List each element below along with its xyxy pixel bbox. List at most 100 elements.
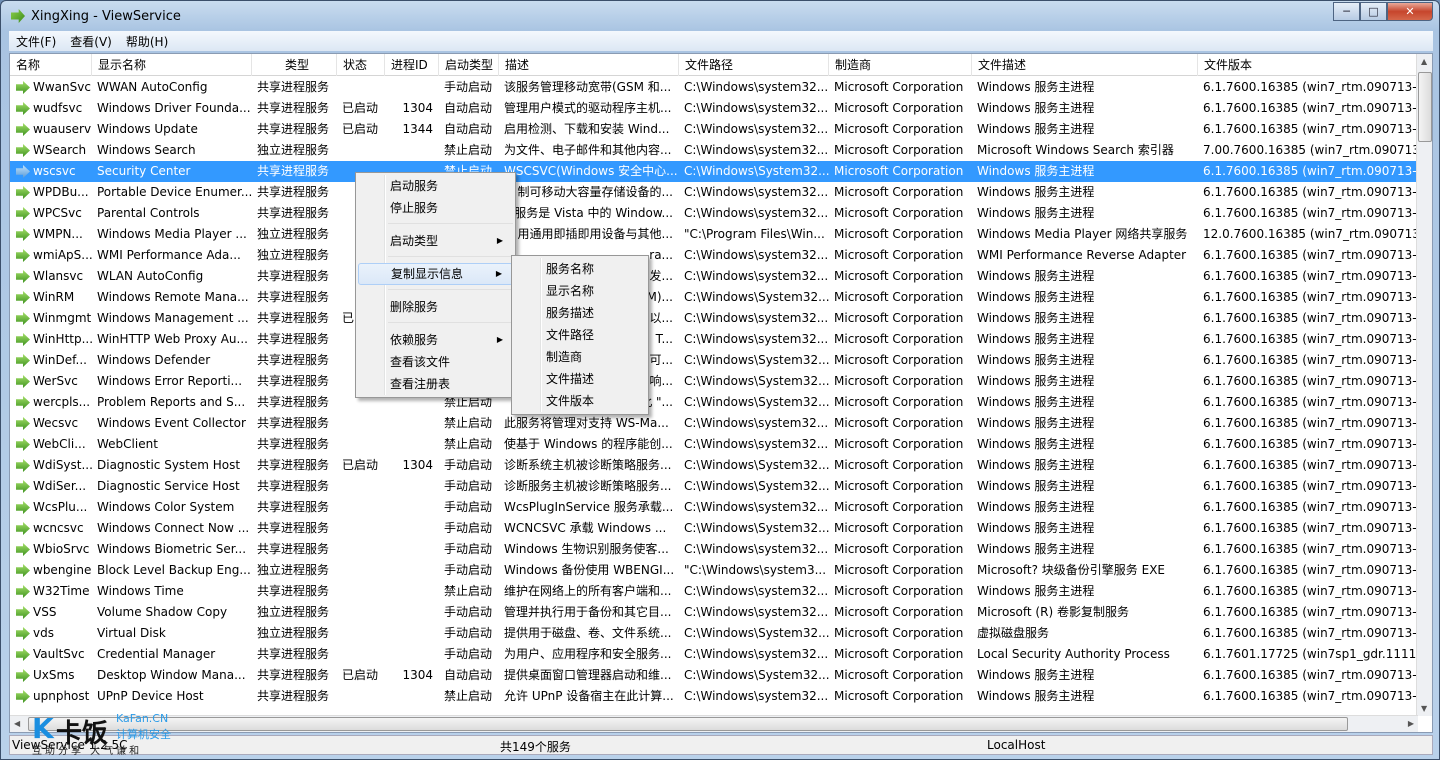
context-menu-item[interactable]: 启动服务	[358, 175, 513, 197]
cell-col-9: Windows 服务主进程	[977, 668, 1095, 682]
table-row[interactable]: UxSms Desktop Window Mana... 共享进程服务 已启动 1304…	[10, 665, 1418, 686]
table-row[interactable]: WebCli... WebClient 共享进程服务 禁止启动 使基于 Windows …	[10, 434, 1418, 455]
submenu-item[interactable]: 服务名称	[514, 258, 646, 280]
submenu-item[interactable]: 文件版本	[514, 390, 646, 412]
cell-col-1: Windows Error Reporti...	[97, 374, 243, 388]
table-row[interactable]: W32Time Windows Time 共享进程服务 禁止启动 维护在网络上的所有客户…	[10, 581, 1418, 602]
cell-col-1: Windows Search	[97, 143, 196, 157]
table-row[interactable]: WMPN... Windows Media Player ... 独立进程服务 用通用…	[10, 224, 1418, 245]
status-count: 共149个服务	[500, 740, 571, 754]
cell-col-6: 此服务将管理对支持 WS-Ma...	[504, 416, 669, 430]
column-header-1[interactable]: 显示名称	[92, 54, 252, 76]
cell-col-5: 手动启动	[444, 500, 493, 514]
cell-col-9: Windows 服务主进程	[977, 689, 1095, 703]
submenu-item[interactable]: 制造商	[514, 346, 646, 368]
column-header-6[interactable]: 描述	[499, 54, 679, 76]
table-row[interactable]: WinDef... Windows Defender 共享进程服务 可... C:\Wi…	[10, 350, 1418, 371]
table-row[interactable]: WdiSer... Diagnostic Service Host 共享进程服务 手动…	[10, 476, 1418, 497]
cell-col-10: 6.1.7600.16385 (win7_rtm.090713-125	[1203, 626, 1418, 640]
cell-col-3	[337, 434, 385, 455]
minimize-button[interactable]: ─	[1333, 2, 1360, 21]
table-row[interactable]: wercpls... Problem Reports and S... 共享进程服务…	[10, 392, 1418, 413]
vertical-scroll-thumb[interactable]	[1418, 72, 1432, 142]
table-row[interactable]: WdiSyst... Diagnostic System Host 共享进程服务 已启…	[10, 455, 1418, 476]
cell-col-8: Microsoft Corporation	[834, 185, 964, 199]
cell-col-10: 6.1.7600.16385 (win7_rtm.090713-125	[1203, 290, 1418, 304]
column-header-8[interactable]: 制造商	[829, 54, 972, 76]
maximize-button[interactable]: □	[1360, 2, 1387, 21]
table-row[interactable]: wmiApS... WMI Performance Ada... 独立进程服务 ra.…	[10, 245, 1418, 266]
table-row[interactable]: VaultSvc Credential Manager 共享进程服务 手动启动 为用户、…	[10, 644, 1418, 665]
column-header-7[interactable]: 文件路径	[679, 54, 829, 76]
cell-col-8: Microsoft Corporation	[834, 647, 964, 661]
table-row[interactable]: WinHttp... WinHTTP Web Proxy Au... 共享进程服务 T…	[10, 329, 1418, 350]
table-row[interactable]: upnphost UPnP Device Host 共享进程服务 禁止启动 允许 UPn…	[10, 686, 1418, 707]
context-menu-item[interactable]: 启动类型 ▶	[358, 230, 513, 252]
cell-col-2: 独立进程服务	[257, 227, 330, 241]
table-row[interactable]: Winmgmt Windows Management ... 共享进程服务已以...…	[10, 308, 1418, 329]
table-row[interactable]: WerSvc Windows Error Reporti... 共享进程服务 响...…	[10, 371, 1418, 392]
table-row[interactable]: wuauserv Windows Update 共享进程服务 已启动 1344 自动启动启…	[10, 119, 1418, 140]
cell-col-5: 手动启动	[444, 521, 493, 535]
horizontal-scroll-thumb[interactable]	[28, 717, 1348, 731]
submenu-item[interactable]: 文件描述	[514, 368, 646, 390]
cell-col-4	[385, 644, 439, 665]
close-button[interactable]: ✕	[1387, 2, 1433, 21]
menu-separator	[388, 256, 513, 263]
cell-col-4	[385, 497, 439, 518]
cell-col-10: 6.1.7600.16385 (win7_rtm.090713-125	[1203, 353, 1418, 367]
cell-col-0: WMPN...	[33, 227, 83, 241]
table-row[interactable]: WcsPlu... Windows Color System 共享进程服务 手动启动 W…	[10, 497, 1418, 518]
cell-col-10: 6.1.7600.16385 (win7_rtm.090713-125	[1203, 101, 1418, 115]
context-menu-item[interactable]: 查看该文件	[358, 351, 513, 373]
cell-col-2: 独立进程服务	[257, 563, 330, 577]
table-row[interactable]: VSS Volume Shadow Copy 独立进程服务 手动启动 管理并执行用于备份…	[10, 602, 1418, 623]
cell-col-10: 6.1.7600.16385 (win7_rtm.090713-125	[1203, 689, 1418, 703]
column-header-9[interactable]: 文件描述	[972, 54, 1198, 76]
table-row[interactable]: Wlansvc WLAN AutoConfig 共享进程服务 发... C:\Windo…	[10, 266, 1418, 287]
submenu-item[interactable]: 文件路径	[514, 324, 646, 346]
table-row[interactable]: WbioSrvc Windows Biometric Ser... 共享进程服务 手动…	[10, 539, 1418, 560]
column-header-5[interactable]: 启动类型	[439, 54, 499, 76]
table-row[interactable]: wbengine Block Level Backup Eng... 独立进程服务 手…	[10, 560, 1418, 581]
horizontal-scrollbar[interactable]: ◀ ▶	[10, 715, 1418, 732]
context-menu-item[interactable]: 停止服务	[358, 197, 513, 219]
context-menu-item[interactable]: 依赖服务 ▶	[358, 329, 513, 351]
cell-col-6: 允许 UPnP 设备宿主在此计算...	[504, 689, 674, 703]
column-header-3[interactable]: 状态	[337, 54, 385, 76]
cell-col-6: 制可移动大容量存储设备的...	[517, 185, 673, 199]
submenu-item[interactable]: 显示名称	[514, 280, 646, 302]
menu-file[interactable]: 文件(F)	[9, 33, 63, 50]
table-row[interactable]: wscsvc Security Center 共享进程服务 禁止启动 WSCSVC(Wi…	[10, 161, 1418, 182]
table-row[interactable]: WPCSvc Parental Controls 共享进程服务 服务是 Vista 中…	[10, 203, 1418, 224]
vertical-scrollbar[interactable]: ▲ ▼	[1416, 54, 1432, 716]
submenu-item[interactable]: 服务描述	[514, 302, 646, 324]
table-row[interactable]: wcncsvc Windows Connect Now ... 共享进程服务 手动启动…	[10, 518, 1418, 539]
table-row[interactable]: WwanSvc WWAN AutoConfig 共享进程服务 手动启动 该服务管理移动宽…	[10, 77, 1418, 98]
cell-col-9: Windows 服务主进程	[977, 185, 1095, 199]
menu-help[interactable]: 帮助(H)	[119, 33, 175, 50]
cell-col-8: Microsoft Corporation	[834, 605, 964, 619]
app-icon	[11, 9, 25, 23]
context-menu-item[interactable]: 复制显示信息 ▶	[358, 263, 513, 285]
cell-col-8: Microsoft Corporation	[834, 500, 964, 514]
cell-col-2: 共享进程服务	[257, 395, 330, 409]
menu-view[interactable]: 查看(V)	[63, 33, 119, 50]
cell-col-10: 6.1.7600.16385 (win7_rtm.090713-125	[1203, 605, 1418, 619]
column-header-10[interactable]: 文件版本	[1198, 54, 1418, 76]
column-header-2[interactable]: 类型	[252, 54, 337, 76]
context-menu-item[interactable]: 查看注册表	[358, 373, 513, 395]
table-row[interactable]: vds Virtual Disk 独立进程服务 手动启动 提供用于磁盘、卷、文件系统..…	[10, 623, 1418, 644]
column-header-4[interactable]: 进程ID	[385, 54, 439, 76]
cell-col-1: Windows Biometric Ser...	[97, 542, 247, 556]
table-row[interactable]: WinRM Windows Remote Mana... 共享进程服务 M)... C:…	[10, 287, 1418, 308]
context-menu-item[interactable]: 删除服务	[358, 296, 513, 318]
services-list[interactable]: 名称 显示名称 类型 状态 进程ID 启动类型 描述 文件路径 制造商 文件描述 文件版本 Wwan…	[9, 53, 1433, 733]
cell-col-7: C:\Windows\System32...	[684, 290, 829, 304]
cell-col-5: 禁止启动	[444, 689, 493, 703]
table-row[interactable]: WSearch Windows Search 独立进程服务 禁止启动 为文件、电子邮件和…	[10, 140, 1418, 161]
column-header-0[interactable]: 名称	[10, 54, 92, 76]
table-row[interactable]: WPDBu... Portable Device Enumer... 共享进程服务 制…	[10, 182, 1418, 203]
table-row[interactable]: wudfsvc Windows Driver Founda... 共享进程服务 已启动…	[10, 98, 1418, 119]
table-row[interactable]: Wecsvc Windows Event Collector 共享进程服务 禁止启动此…	[10, 413, 1418, 434]
